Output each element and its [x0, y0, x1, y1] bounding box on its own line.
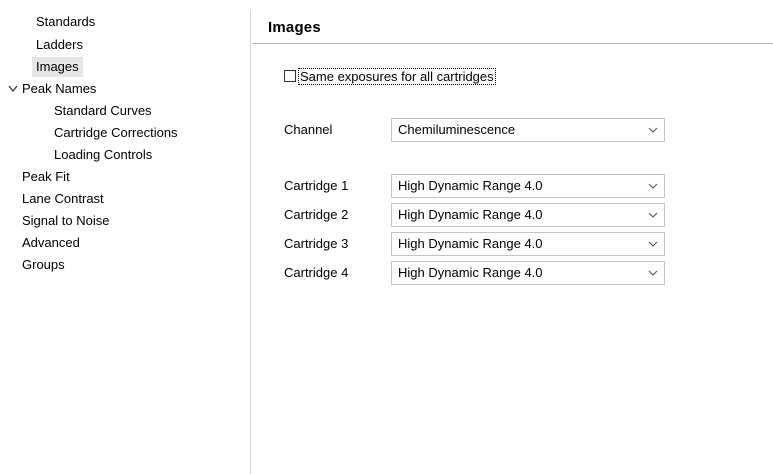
- cartridge-1-select-value: High Dynamic Range 4.0: [398, 178, 543, 193]
- same-exposures-label[interactable]: Same exposures for all cartridges: [298, 67, 496, 85]
- sidebar-item-peak-names[interactable]: Peak Names: [22, 79, 96, 99]
- cartridge-4-select[interactable]: High Dynamic Range 4.0: [391, 261, 665, 285]
- cartridge-3-label: Cartridge 3: [284, 236, 349, 251]
- cartridge-2-select[interactable]: High Dynamic Range 4.0: [391, 203, 665, 227]
- same-exposures-checkbox[interactable]: [284, 70, 296, 82]
- chevron-down-icon[interactable]: [8, 79, 18, 99]
- sidebar-item-lane-contrast[interactable]: Lane Contrast: [22, 189, 104, 209]
- sidebar-item-advanced[interactable]: Advanced: [22, 233, 80, 253]
- sidebar-item-cartridge-corrections[interactable]: Cartridge Corrections: [54, 123, 178, 143]
- settings-window: Standards Ladders Images Peak Names Stan…: [0, 0, 773, 474]
- sidebar-item-standards[interactable]: Standards: [36, 12, 95, 32]
- cartridge-1-select[interactable]: High Dynamic Range 4.0: [391, 174, 665, 198]
- chevron-down-icon: [648, 183, 658, 189]
- panel-header: Images: [252, 10, 773, 44]
- chevron-down-icon: [648, 212, 658, 218]
- sidebar-item-standard-curves[interactable]: Standard Curves: [54, 101, 152, 121]
- sidebar-item-groups[interactable]: Groups: [22, 255, 65, 275]
- same-exposures-checkbox-row[interactable]: Same exposures for all cartridges: [284, 67, 496, 85]
- cartridge-3-select[interactable]: High Dynamic Range 4.0: [391, 232, 665, 256]
- cartridge-1-label: Cartridge 1: [284, 178, 349, 193]
- cartridge-3-select-value: High Dynamic Range 4.0: [398, 236, 543, 251]
- sidebar-item-images[interactable]: Images: [32, 57, 83, 77]
- chevron-down-icon: [648, 127, 658, 133]
- sidebar-item-ladders[interactable]: Ladders: [36, 35, 83, 55]
- page-title: Images: [268, 19, 321, 36]
- chevron-down-icon: [648, 241, 658, 247]
- channel-select[interactable]: Chemiluminescence: [391, 118, 665, 142]
- cartridge-2-label: Cartridge 2: [284, 207, 349, 222]
- channel-select-value: Chemiluminescence: [398, 122, 516, 137]
- channel-label: Channel: [284, 122, 333, 137]
- sidebar-item-signal-to-noise[interactable]: Signal to Noise: [22, 211, 109, 231]
- sidebar-item-loading-controls[interactable]: Loading Controls: [54, 145, 152, 165]
- chevron-down-icon: [648, 270, 658, 276]
- images-panel: Images Same exposures for all cartridges…: [252, 10, 773, 474]
- sidebar-item-peak-fit[interactable]: Peak Fit: [22, 167, 70, 187]
- cartridge-2-select-value: High Dynamic Range 4.0: [398, 207, 543, 222]
- settings-sidebar: Standards Ladders Images Peak Names Stan…: [0, 10, 251, 474]
- cartridge-4-select-value: High Dynamic Range 4.0: [398, 265, 543, 280]
- cartridge-4-label: Cartridge 4: [284, 265, 349, 280]
